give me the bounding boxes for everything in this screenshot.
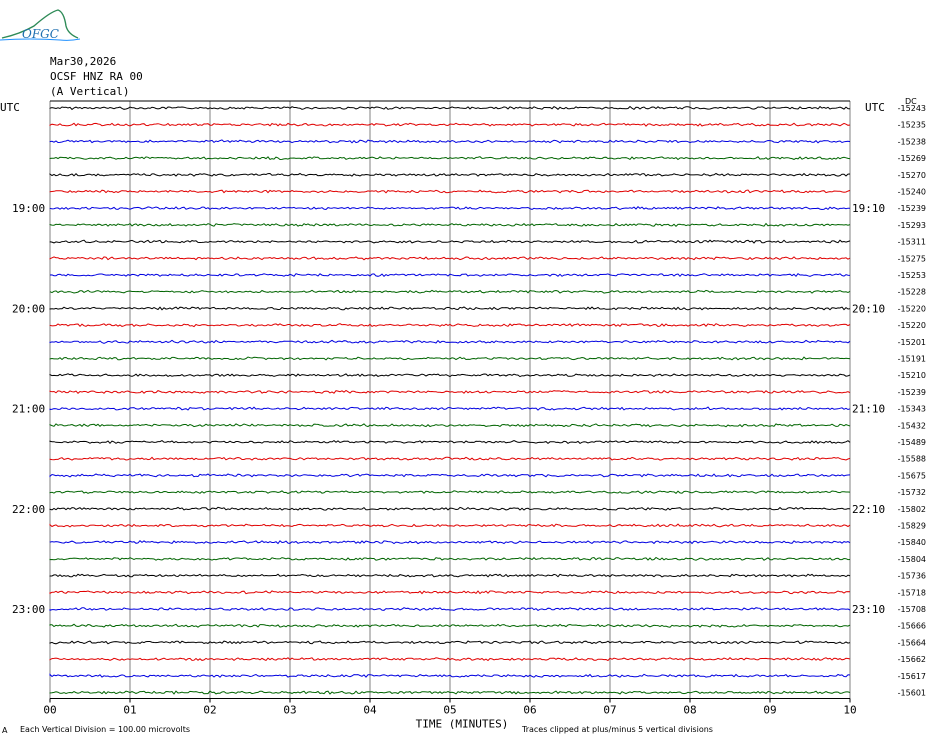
trace-offset-label: -15804	[898, 555, 926, 564]
x-tick-label: 07	[603, 704, 616, 717]
trace-offset-label: -15802	[898, 505, 926, 514]
trace-offset-label: -15239	[898, 388, 926, 397]
x-tick-label: 06	[523, 704, 536, 717]
trace-offset-label: -15708	[898, 605, 926, 614]
x-tick-label: 10	[843, 704, 856, 717]
trace-offset-label: -15732	[898, 488, 926, 497]
trace-offset-label: -15675	[898, 471, 926, 480]
trace-offset-label: -15829	[898, 522, 926, 531]
x-tick-label: 04	[363, 704, 377, 717]
trace-offset-label: -15275	[898, 254, 926, 263]
right-time-label: 23:10	[852, 603, 885, 616]
trace-offset-label: -15489	[898, 438, 926, 447]
trace-offset-label: -15666	[898, 622, 926, 631]
trace-offset-label: -15191	[898, 355, 926, 364]
trace-offset-label: -15293	[898, 221, 926, 230]
trace-offset-label: -15664	[898, 638, 926, 647]
trace-offset-label: -15253	[898, 271, 926, 280]
x-tick-label: 08	[683, 704, 696, 717]
left-time-label: 21:00	[12, 403, 45, 416]
trace-offset-label: -15269	[898, 154, 926, 163]
scale-note: Each Vertical Division = 100.00 microvol…	[20, 725, 191, 734]
left-time-label: 20:00	[12, 302, 45, 315]
trace-offset-label: -15601	[898, 689, 926, 698]
seismogram-page: OFGC Mar30,2026 OCSF HNZ RA 00 (A Vertic…	[0, 0, 930, 744]
trace-offset-label: -15588	[898, 455, 926, 464]
trace-offset-label: -15220	[898, 321, 926, 330]
trace-offset-label: -15243	[898, 104, 926, 113]
trace-offset-label: -15662	[898, 655, 926, 664]
x-tick-label: 05	[443, 704, 456, 717]
right-axis-title: UTC	[865, 101, 885, 114]
footer-mark: A	[2, 726, 8, 735]
clip-note: Traces clipped at plus/minus 5 vertical …	[522, 725, 713, 734]
left-time-label: 19:00	[12, 202, 45, 215]
x-axis-label: TIME (MINUTES)	[416, 718, 509, 731]
trace-offset-label: -15220	[898, 304, 926, 313]
x-tick-label: 00	[43, 704, 56, 717]
trace-offset-label: -15201	[898, 338, 926, 347]
x-tick-label: 02	[203, 704, 216, 717]
x-tick-label: 01	[123, 704, 136, 717]
seismogram-chart: 00 01 02 03 04 05 06 07 08 09 10 TIME (MINUTES) UTC U…	[0, 97, 926, 731]
trace-offset-label: -15210	[898, 371, 926, 380]
right-time-label: 21:10	[852, 403, 885, 416]
trace-offset-label: -15228	[898, 288, 926, 297]
trace-offset-label: -15311	[898, 238, 926, 247]
trace-offset-label: -15718	[898, 588, 926, 597]
left-time-label: 23:00	[12, 603, 45, 616]
trace-offset-label: -15235	[898, 121, 926, 130]
trace-offset-label: -15617	[898, 672, 926, 681]
trace-offset-label: -15343	[898, 405, 926, 414]
right-time-label: 20:10	[852, 302, 885, 315]
x-tick-label: 03	[283, 704, 296, 717]
trace-offset-label: -15736	[898, 572, 926, 581]
trace-offset-label: -15840	[898, 538, 926, 547]
right-time-label: 19:10	[852, 202, 885, 215]
trace-offset-label: -15432	[898, 421, 926, 430]
right-time-label: 22:10	[852, 503, 885, 516]
trace-offset-label: -15239	[898, 204, 926, 213]
x-tick-label: 09	[763, 704, 776, 717]
left-time-label: 22:00	[12, 503, 45, 516]
left-axis-title: UTC	[0, 101, 20, 114]
trace-offset-label: -15270	[898, 171, 926, 180]
trace-offset-label: -15238	[898, 137, 926, 146]
trace-offset-label: -15240	[898, 188, 926, 197]
